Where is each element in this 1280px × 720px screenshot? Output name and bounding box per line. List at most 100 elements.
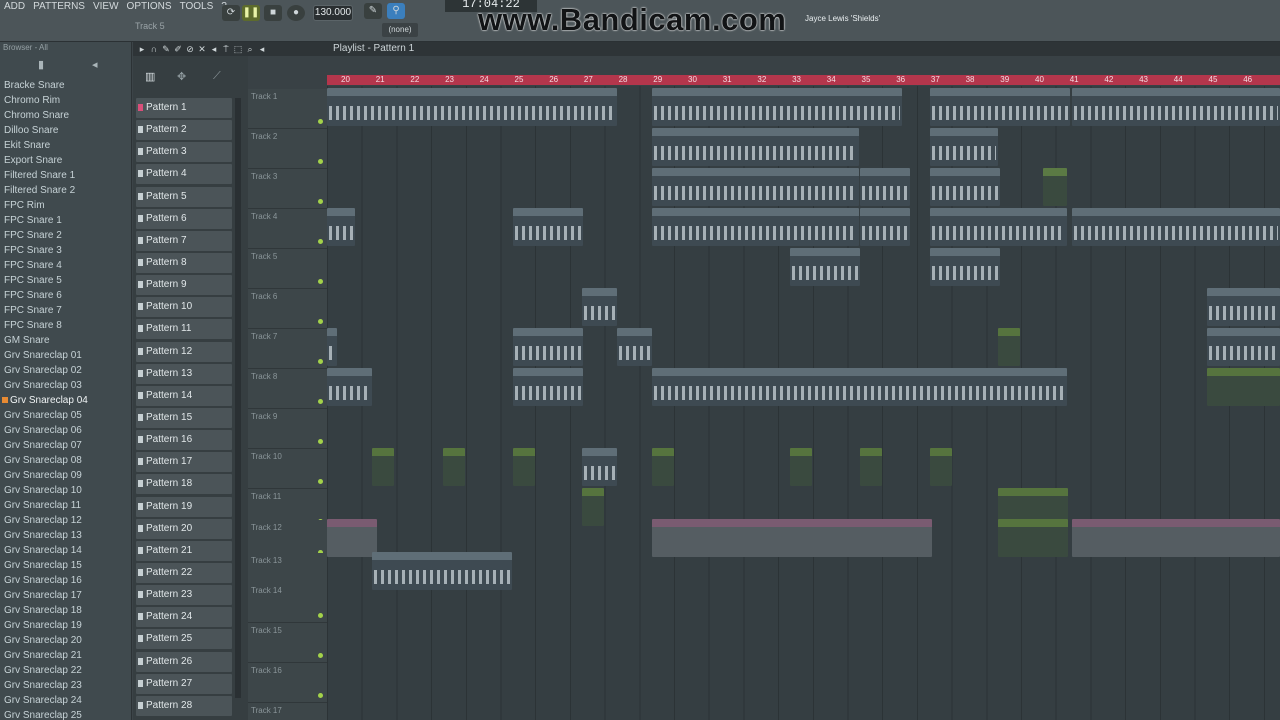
browser-item[interactable]: Ekit Snare xyxy=(0,138,131,153)
track-header[interactable]: Track 2 xyxy=(248,129,327,169)
browser-item[interactable]: Grv Snareclap 11 xyxy=(0,498,131,513)
browser-item[interactable]: Grv Snareclap 22 xyxy=(0,663,131,678)
magnet-icon[interactable]: ∩ xyxy=(149,44,159,54)
pattern-selector[interactable]: (none) xyxy=(382,23,418,37)
pattern-item[interactable]: Pattern 26 xyxy=(136,651,232,672)
browser-item[interactable]: Grv Snareclap 21 xyxy=(0,648,131,663)
play-button[interactable]: ❚❚ xyxy=(242,5,260,21)
browser-item[interactable]: Grv Snareclap 07 xyxy=(0,438,131,453)
pattern-item[interactable]: Pattern 23 xyxy=(136,585,232,606)
playlist-clip[interactable]: Pat..18 xyxy=(513,448,535,486)
browser-item[interactable]: Chromo Rim xyxy=(0,93,131,108)
browser-item[interactable]: FPC Snare 8 xyxy=(0,318,131,333)
brush-tool-icon[interactable]: ✐ xyxy=(173,44,183,54)
playlist-clip[interactable]: Pat..18 xyxy=(327,368,372,406)
playlist-clip[interactable]: Effector - Param xyxy=(998,328,1020,366)
browser-item[interactable]: Grv Snareclap 20 xyxy=(0,633,131,648)
browser-item[interactable]: Grv Snareclap 04 xyxy=(0,393,131,408)
link-icon[interactable]: ⚲ xyxy=(387,3,405,19)
pattern-item[interactable]: Pattern 7 xyxy=(136,230,232,251)
folder-icon[interactable]: ▮ xyxy=(38,58,44,71)
pattern-item[interactable]: Pattern 21 xyxy=(136,540,232,561)
browser-item[interactable]: FPC Snare 6 xyxy=(0,288,131,303)
browser-item[interactable]: Grv Snareclap 13 xyxy=(0,528,131,543)
playlist-clip[interactable]: Pat..18 xyxy=(513,368,583,406)
browser-item[interactable]: FPC Rim xyxy=(0,198,131,213)
playlist-clip[interactable]: Pat..16 xyxy=(652,128,859,166)
menu-add[interactable]: ADD xyxy=(0,0,29,14)
pattern-item[interactable]: Pattern 6 xyxy=(136,208,232,229)
delete-tool-icon[interactable]: ⊘ xyxy=(185,44,195,54)
zoom-tool-icon[interactable]: ⌕ xyxy=(245,44,255,54)
pencil-icon[interactable]: ✎ xyxy=(364,3,382,19)
browser-item[interactable]: Filtered Snare 2 xyxy=(0,183,131,198)
playlist-clip[interactable]: Pattern 24 xyxy=(652,168,859,206)
playlist-clip[interactable]: Pattern 27 xyxy=(1043,168,1067,206)
playlist-clip[interactable]: Pat..16 xyxy=(930,128,998,166)
playlist-clip[interactable]: Pat..18 xyxy=(443,448,465,486)
track-enable-icon[interactable] xyxy=(318,319,323,324)
pattern-scrollbar[interactable] xyxy=(235,98,241,698)
track-header[interactable]: Track 10 xyxy=(248,449,327,489)
tempo-display[interactable]: 130.000 xyxy=(313,5,353,21)
playlist-clip[interactable]: Pat..28 xyxy=(930,88,1070,126)
track-header[interactable]: Track 8 xyxy=(248,369,327,409)
playlist-clip[interactable]: Sin título xyxy=(1072,519,1280,557)
browser-item[interactable]: GM Snare xyxy=(0,333,131,348)
playlist-clip[interactable]: Pat..22 xyxy=(582,448,617,486)
browser-item[interactable]: FPC Snare 7 xyxy=(0,303,131,318)
browser-item[interactable]: FPC Snare 3 xyxy=(0,243,131,258)
playlist-clip[interactable]: Pa..5 xyxy=(327,208,355,246)
track-enable-icon[interactable] xyxy=(318,399,323,404)
playlist-clip[interactable]: Pattern 1 xyxy=(652,208,859,246)
pattern-item[interactable]: Pattern 27 xyxy=(136,673,232,694)
browser-item[interactable]: Export Snare xyxy=(0,153,131,168)
select-tool-icon[interactable]: ⬚ xyxy=(233,44,243,54)
pencil-tool-icon[interactable]: ✎ xyxy=(161,44,171,54)
loop-icon[interactable]: ⟳ xyxy=(222,5,240,21)
browser-item[interactable]: FPC Snare 4 xyxy=(0,258,131,273)
slip-tool-icon[interactable]: ◂ xyxy=(209,44,219,54)
playlist-clip[interactable]: Pa..n 8 xyxy=(652,88,902,126)
track-header[interactable]: Track 9 xyxy=(248,409,327,449)
playlist-clip[interactable]: Pattern 24 xyxy=(513,208,583,246)
pattern-item[interactable]: Pattern 3 xyxy=(136,142,232,163)
playlist-clip[interactable]: Pat..25 xyxy=(930,248,1000,286)
timeline-ruler[interactable]: 20 21 22 23 24 25 26 27 28 29 30 31 32 33 34 35 36 37 38 39… xyxy=(327,75,1280,85)
browser-item[interactable]: Grv Snareclap 23 xyxy=(0,678,131,693)
playlist-clip[interactable]: Pat..18 xyxy=(790,448,812,486)
playlist-clip[interactable]: Sin título xyxy=(652,519,932,557)
pattern-item[interactable]: Pattern 24 xyxy=(136,607,232,628)
piano-icon[interactable]: ▥ xyxy=(145,70,155,83)
record-button[interactable]: ● xyxy=(287,5,305,21)
pattern-item[interactable]: Pattern 22 xyxy=(136,562,232,583)
browser-item[interactable]: Bracke Snare xyxy=(0,78,131,93)
pattern-item[interactable]: Pattern 14 xyxy=(136,385,232,406)
mute-tool-icon[interactable]: ✕ xyxy=(197,44,207,54)
playlist-clip[interactable]: Pat..17 xyxy=(327,88,617,126)
playlist-clip[interactable]: Pat..18 xyxy=(652,368,1067,406)
browser-header[interactable]: Browser - All xyxy=(0,42,131,54)
move-icon[interactable]: ✥ xyxy=(177,70,186,83)
track-header[interactable]: Track 4 xyxy=(248,209,327,249)
playlist-clip[interactable]: Pat..18 xyxy=(582,488,604,526)
playlist-clip[interactable]: Pattern 18 xyxy=(1207,288,1280,326)
playlist-clip[interactable]: Pat..18 xyxy=(372,448,394,486)
pattern-item[interactable]: Pattern 10 xyxy=(136,297,232,318)
playlist-clip[interactable]: Pat..18 xyxy=(1207,328,1280,366)
track-header[interactable]: Track 14 xyxy=(248,583,327,623)
track-enable-icon[interactable] xyxy=(318,359,323,364)
playlist-clip[interactable]: Pat..18 xyxy=(652,448,674,486)
pattern-item[interactable]: Pattern 12 xyxy=(136,341,232,362)
menu-options[interactable]: OPTIONS xyxy=(123,0,176,14)
track-header[interactable]: Track 17 xyxy=(248,703,327,720)
pattern-item[interactable]: Pattern 13 xyxy=(136,363,232,384)
track-header[interactable]: Track 6 xyxy=(248,289,327,329)
pattern-item[interactable]: Pattern 16 xyxy=(136,430,232,451)
track-enable-icon[interactable] xyxy=(318,693,323,698)
back-arrow-icon[interactable]: ◂ xyxy=(92,58,98,71)
pattern-item[interactable]: Pattern 15 xyxy=(136,407,232,428)
pattern-item[interactable]: Pattern 8 xyxy=(136,252,232,273)
playlist-clip[interactable]: Pattern 24 xyxy=(930,168,1000,206)
browser-item[interactable]: Grv Snareclap 02 xyxy=(0,363,131,378)
